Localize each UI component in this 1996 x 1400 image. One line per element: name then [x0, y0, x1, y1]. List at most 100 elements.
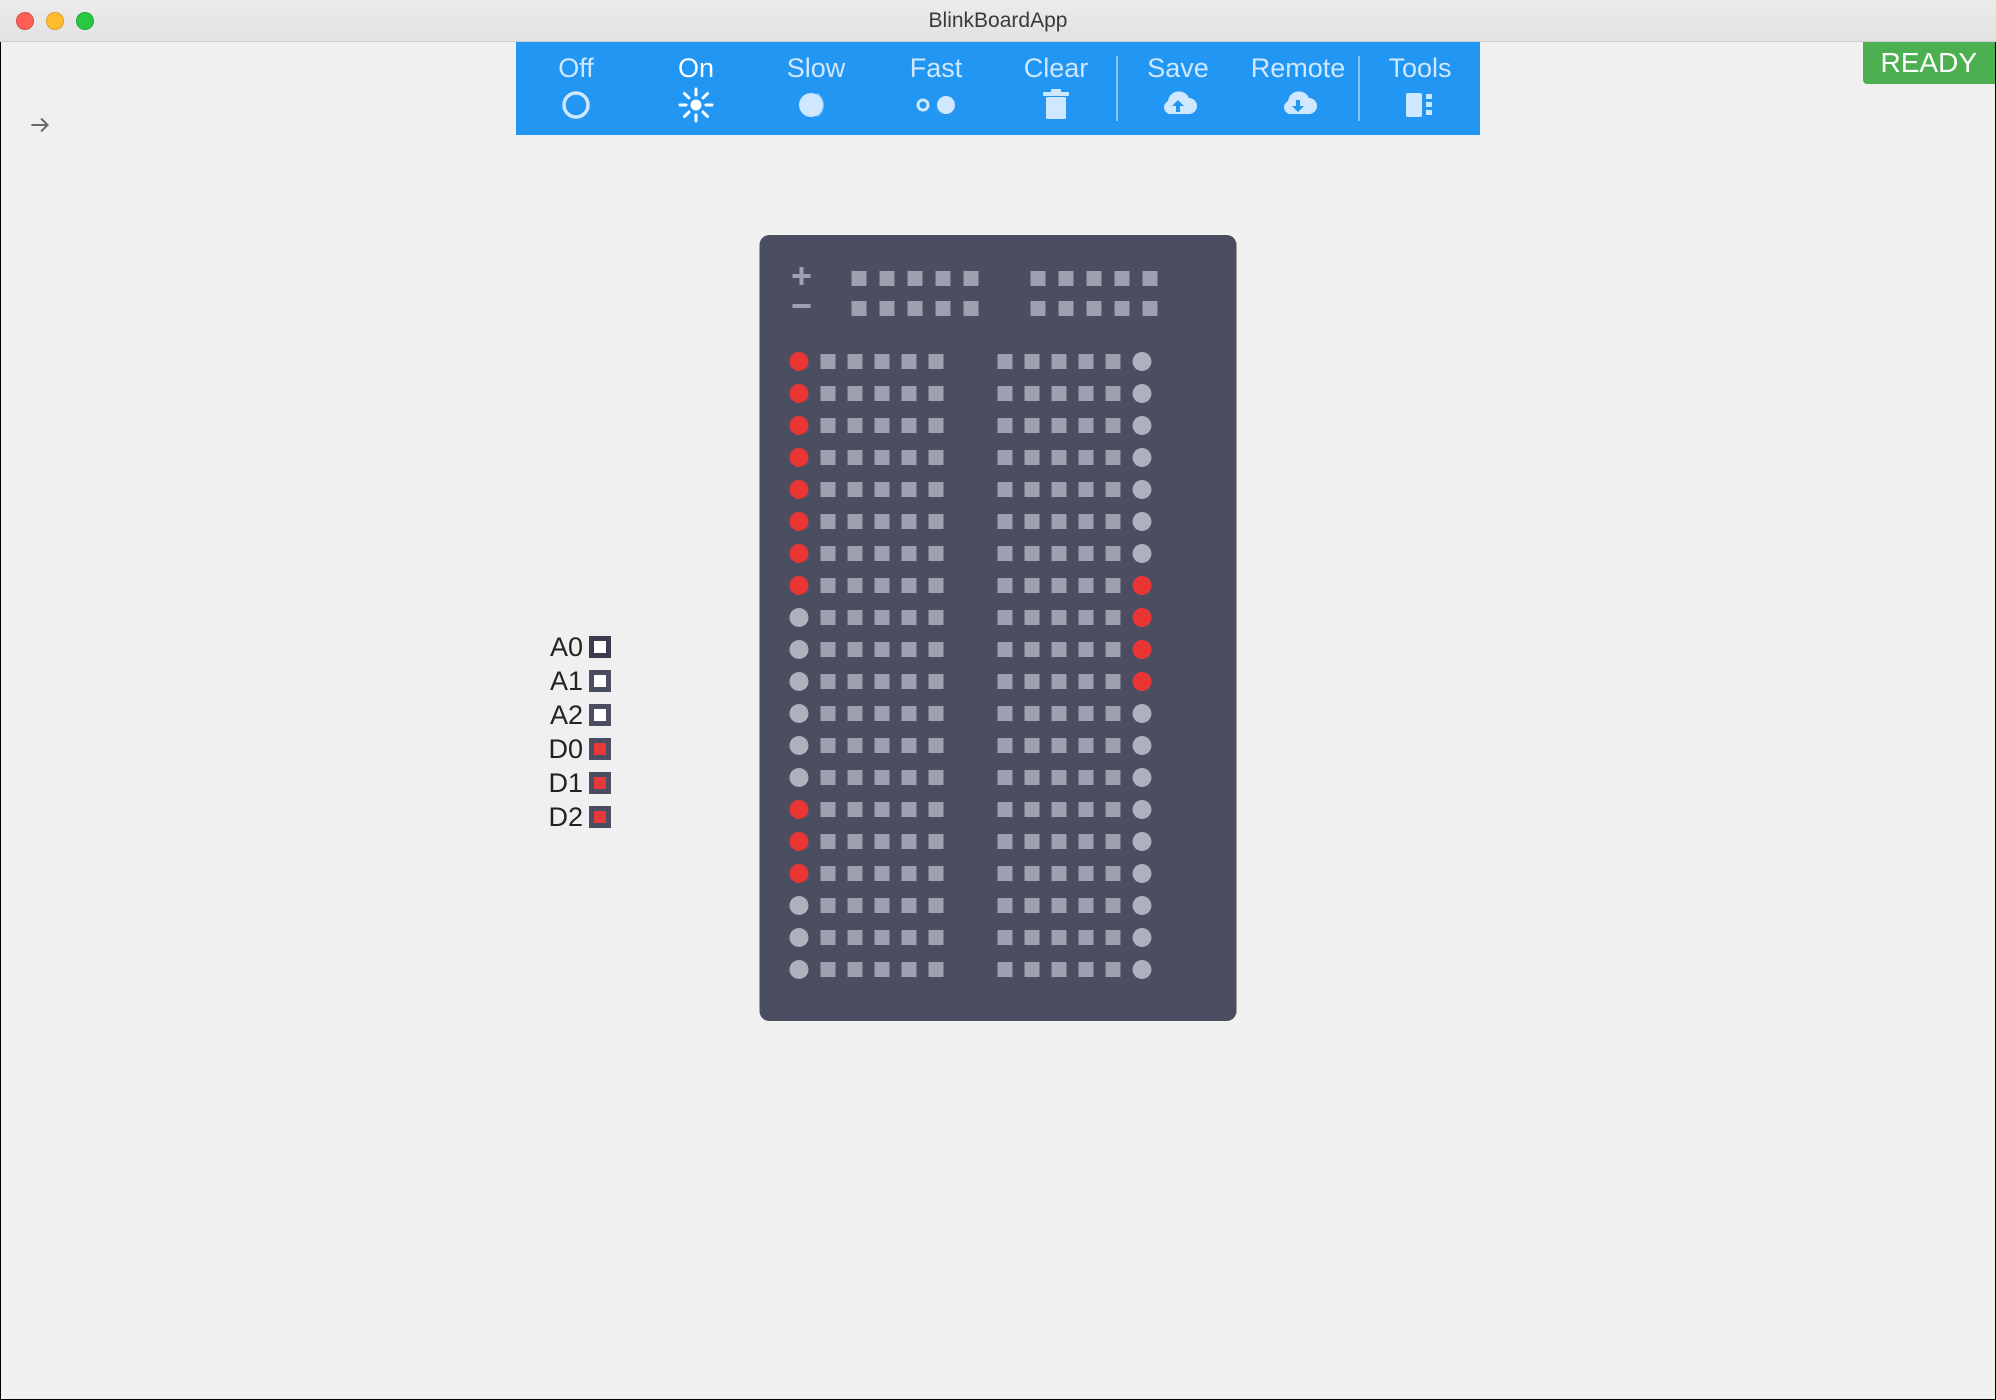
tie-hole[interactable]: [902, 514, 917, 529]
tie-hole[interactable]: [1106, 642, 1121, 657]
tie-hole[interactable]: [929, 514, 944, 529]
tie-hole[interactable]: [929, 578, 944, 593]
tie-hole[interactable]: [1052, 674, 1067, 689]
tie-hole[interactable]: [1025, 354, 1040, 369]
rail-hole[interactable]: [880, 271, 895, 286]
row-led-right[interactable]: [1133, 960, 1152, 979]
tie-hole[interactable]: [1052, 450, 1067, 465]
tie-hole[interactable]: [848, 610, 863, 625]
tie-hole[interactable]: [902, 802, 917, 817]
tie-hole[interactable]: [821, 930, 836, 945]
tie-hole[interactable]: [875, 578, 890, 593]
rail-hole[interactable]: [1143, 271, 1158, 286]
tie-hole[interactable]: [1079, 578, 1094, 593]
tie-hole[interactable]: [998, 354, 1013, 369]
row-led-left[interactable]: [790, 544, 809, 563]
tie-hole[interactable]: [875, 450, 890, 465]
rail-hole[interactable]: [908, 271, 923, 286]
row-led-left[interactable]: [790, 672, 809, 691]
tie-hole[interactable]: [1025, 802, 1040, 817]
tie-hole[interactable]: [902, 930, 917, 945]
tie-hole[interactable]: [1079, 450, 1094, 465]
tie-hole[interactable]: [1025, 674, 1040, 689]
tie-hole[interactable]: [875, 674, 890, 689]
tie-hole[interactable]: [929, 898, 944, 913]
tie-hole[interactable]: [929, 706, 944, 721]
tie-hole[interactable]: [848, 450, 863, 465]
tie-hole[interactable]: [998, 610, 1013, 625]
tie-hole[interactable]: [1079, 802, 1094, 817]
tie-hole[interactable]: [1052, 578, 1067, 593]
tie-hole[interactable]: [821, 354, 836, 369]
rail-hole[interactable]: [908, 301, 923, 316]
toolbar-off-button[interactable]: Off: [516, 42, 636, 135]
toolbar-clear-button[interactable]: Clear: [996, 42, 1116, 135]
tie-hole[interactable]: [929, 866, 944, 881]
tie-hole[interactable]: [929, 770, 944, 785]
tie-hole[interactable]: [1079, 962, 1094, 977]
tie-hole[interactable]: [902, 610, 917, 625]
pin-row-a0[interactable]: A0: [541, 630, 611, 664]
row-led-left[interactable]: [790, 608, 809, 627]
row-led-right[interactable]: [1133, 832, 1152, 851]
row-led-right[interactable]: [1133, 480, 1152, 499]
tie-hole[interactable]: [1052, 930, 1067, 945]
row-led-right[interactable]: [1133, 416, 1152, 435]
toolbar-tools-button[interactable]: Tools: [1360, 42, 1480, 135]
tie-hole[interactable]: [821, 738, 836, 753]
tie-hole[interactable]: [848, 642, 863, 657]
tie-hole[interactable]: [1106, 354, 1121, 369]
pin-row-d0[interactable]: D0: [541, 732, 611, 766]
row-led-right[interactable]: [1133, 512, 1152, 531]
tie-hole[interactable]: [902, 546, 917, 561]
row-led-left[interactable]: [790, 864, 809, 883]
row-led-left[interactable]: [790, 448, 809, 467]
tie-hole[interactable]: [821, 386, 836, 401]
tie-hole[interactable]: [821, 674, 836, 689]
row-led-right[interactable]: [1133, 704, 1152, 723]
tie-hole[interactable]: [1052, 866, 1067, 881]
tie-hole[interactable]: [1025, 738, 1040, 753]
rail-hole[interactable]: [936, 271, 951, 286]
tie-hole[interactable]: [929, 642, 944, 657]
tie-hole[interactable]: [902, 770, 917, 785]
tie-hole[interactable]: [1079, 898, 1094, 913]
rail-hole[interactable]: [964, 271, 979, 286]
tie-hole[interactable]: [875, 482, 890, 497]
tie-hole[interactable]: [1052, 962, 1067, 977]
toolbar-save-button[interactable]: Save: [1118, 42, 1238, 135]
tie-hole[interactable]: [1025, 386, 1040, 401]
rail-hole[interactable]: [1087, 301, 1102, 316]
tie-hole[interactable]: [929, 418, 944, 433]
row-led-left[interactable]: [790, 736, 809, 755]
tie-hole[interactable]: [821, 962, 836, 977]
tie-hole[interactable]: [1106, 674, 1121, 689]
tie-hole[interactable]: [998, 514, 1013, 529]
tie-hole[interactable]: [1052, 514, 1067, 529]
tie-hole[interactable]: [1079, 834, 1094, 849]
row-led-left[interactable]: [790, 352, 809, 371]
tie-hole[interactable]: [875, 930, 890, 945]
tie-hole[interactable]: [1106, 610, 1121, 625]
tie-hole[interactable]: [998, 930, 1013, 945]
tie-hole[interactable]: [821, 802, 836, 817]
tie-hole[interactable]: [1025, 770, 1040, 785]
tie-hole[interactable]: [848, 482, 863, 497]
tie-hole[interactable]: [875, 642, 890, 657]
tie-hole[interactable]: [821, 482, 836, 497]
tie-hole[interactable]: [929, 802, 944, 817]
row-led-right[interactable]: [1133, 544, 1152, 563]
tie-hole[interactable]: [875, 418, 890, 433]
tie-hole[interactable]: [875, 514, 890, 529]
rail-hole[interactable]: [1031, 271, 1046, 286]
tie-hole[interactable]: [1079, 738, 1094, 753]
tie-hole[interactable]: [929, 834, 944, 849]
rail-hole[interactable]: [964, 301, 979, 316]
tie-hole[interactable]: [1106, 514, 1121, 529]
pin-row-d1[interactable]: D1: [541, 766, 611, 800]
minimize-window-button[interactable]: [46, 12, 64, 30]
row-led-left[interactable]: [790, 768, 809, 787]
tie-hole[interactable]: [875, 802, 890, 817]
tie-hole[interactable]: [1106, 578, 1121, 593]
tie-hole[interactable]: [902, 706, 917, 721]
